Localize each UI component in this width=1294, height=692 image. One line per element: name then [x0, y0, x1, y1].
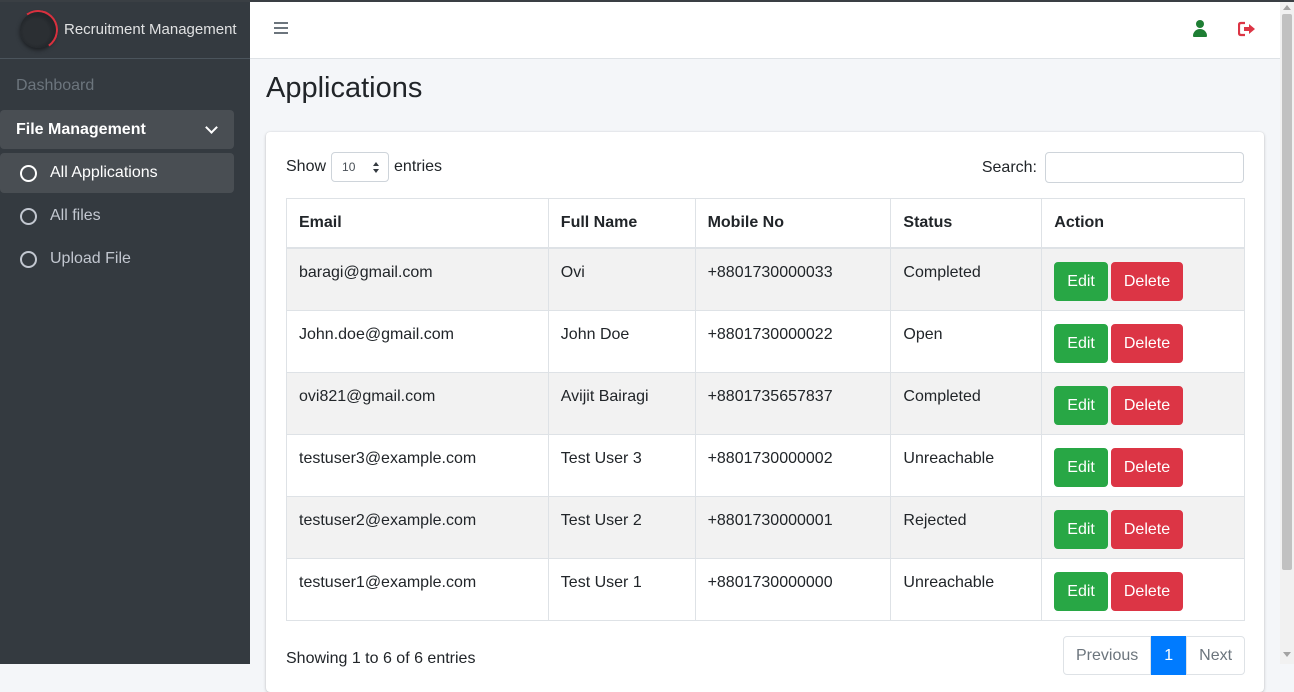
sign-out-icon[interactable] — [1238, 21, 1256, 37]
cell-full-name: Avijit Bairagi — [547, 371, 696, 435]
scroll-down-arrow-icon[interactable] — [1283, 652, 1291, 657]
cell-mobile: +8801730000000 — [694, 557, 892, 621]
column-header-status[interactable]: Status — [890, 198, 1043, 249]
cell-full-name: Test User 1 — [547, 557, 696, 621]
cell-full-name: Test User 3 — [547, 433, 696, 497]
delete-button[interactable]: Delete — [1110, 447, 1184, 487]
cell-email: John.doe@gmail.com — [286, 309, 549, 373]
sidebar-item-all-files[interactable]: All files — [0, 196, 234, 236]
cell-mobile: +8801730000001 — [694, 495, 892, 559]
table-row: testuser1@example.com Test User 1 +88017… — [286, 557, 1245, 621]
column-header-full-name[interactable]: Full Name — [547, 198, 696, 249]
top-navbar — [250, 0, 1280, 59]
page-title: Applications — [266, 72, 423, 104]
cell-action: Edit Delete — [1041, 309, 1245, 373]
sidebar-group-file-management[interactable]: File Management — [0, 110, 234, 149]
table-row: testuser3@example.com Test User 3 +88017… — [286, 433, 1245, 497]
cell-full-name: John Doe — [547, 309, 696, 373]
previous-page-button[interactable]: Previous — [1063, 636, 1152, 675]
scrollbar-thumb[interactable] — [1282, 14, 1292, 570]
circle-icon — [20, 207, 37, 225]
brand-link[interactable]: Recruitment Management — [0, 0, 250, 59]
sidebar-item-dashboard[interactable]: Dashboard — [16, 77, 94, 95]
entries-label: entries — [394, 158, 443, 175]
cell-mobile: +8801735657837 — [694, 371, 892, 435]
table-header-row: Email Full Name Mobile No Status Action — [286, 198, 1245, 249]
edit-button[interactable]: Edit — [1054, 509, 1108, 549]
sidebar: Recruitment Management Dashboard File Ma… — [0, 0, 250, 664]
cell-action: Edit Delete — [1041, 247, 1245, 311]
sidebar-group-label: File Management — [16, 120, 146, 138]
cell-email: testuser1@example.com — [286, 557, 549, 621]
page-length-control: Show 10 entries — [286, 152, 442, 182]
cell-email: testuser3@example.com — [286, 433, 549, 497]
chevron-down-icon — [205, 121, 218, 134]
cell-status: Completed — [890, 371, 1043, 435]
search-input[interactable] — [1045, 152, 1244, 183]
edit-button[interactable]: Edit — [1054, 447, 1108, 487]
cell-action: Edit Delete — [1041, 433, 1245, 497]
edit-button[interactable]: Edit — [1054, 385, 1108, 425]
edit-button[interactable]: Edit — [1054, 262, 1108, 301]
page-length-select[interactable]: 10 — [331, 152, 390, 182]
table-row: testuser2@example.com Test User 2 +88017… — [286, 495, 1245, 559]
table-row: baragi@gmail.com Ovi +8801730000033 Comp… — [286, 247, 1245, 311]
brand-logo — [20, 12, 56, 48]
top-border — [0, 0, 1294, 2]
delete-button[interactable]: Delete — [1110, 509, 1184, 549]
table-info: Showing 1 to 6 of 6 entries — [286, 650, 476, 667]
column-header-email[interactable]: Email — [286, 198, 549, 249]
cell-email: ovi821@gmail.com — [286, 371, 549, 435]
cell-action: Edit Delete — [1041, 557, 1245, 621]
cell-email: testuser2@example.com — [286, 495, 549, 559]
table-row: ovi821@gmail.com Avijit Bairagi +8801735… — [286, 371, 1245, 435]
page-1-button[interactable]: 1 — [1151, 636, 1187, 675]
delete-button[interactable]: Delete — [1110, 571, 1184, 611]
edit-button[interactable]: Edit — [1054, 571, 1108, 611]
column-header-action: Action — [1041, 198, 1245, 249]
brand-name: Recruitment Management — [64, 20, 237, 38]
cell-action: Edit Delete — [1041, 371, 1245, 435]
user-icon[interactable] — [1192, 20, 1208, 38]
scrollbar[interactable] — [1280, 0, 1294, 664]
cell-status: Completed — [890, 247, 1043, 311]
circle-icon — [20, 250, 37, 268]
cell-email: baragi@gmail.com — [286, 247, 549, 311]
cell-status: Unreachable — [890, 557, 1043, 621]
applications-table: Email Full Name Mobile No Status Action … — [286, 198, 1245, 621]
applications-card: Show 10 entries Search: Email Full Name … — [266, 132, 1264, 692]
cell-mobile: +8801730000022 — [694, 309, 892, 373]
sidebar-item-all-applications[interactable]: All Applications — [0, 153, 234, 193]
next-page-button[interactable]: Next — [1186, 636, 1246, 675]
page-length-value: 10 — [342, 160, 356, 174]
cell-status: Unreachable — [890, 433, 1043, 497]
cell-status: Rejected — [890, 495, 1043, 559]
column-header-mobile-no[interactable]: Mobile No — [694, 198, 892, 249]
edit-button[interactable]: Edit — [1054, 323, 1108, 363]
delete-button[interactable]: Delete — [1110, 262, 1184, 301]
sidebar-item-label: All Applications — [50, 164, 158, 181]
select-arrows-icon — [373, 162, 380, 173]
search-control: Search: — [982, 152, 1244, 183]
scroll-up-arrow-icon[interactable] — [1283, 5, 1291, 10]
sidebar-item-label: All files — [50, 207, 101, 224]
delete-button[interactable]: Delete — [1110, 385, 1184, 425]
show-label: Show — [286, 158, 327, 175]
sidebar-item-label: Upload File — [50, 250, 131, 267]
cell-mobile: +8801730000033 — [694, 247, 892, 311]
cell-mobile: +8801730000002 — [694, 433, 892, 497]
cell-full-name: Ovi — [547, 247, 696, 311]
delete-button[interactable]: Delete — [1110, 323, 1184, 363]
hamburger-icon[interactable] — [274, 22, 288, 37]
cell-status: Open — [890, 309, 1043, 373]
sidebar-item-upload-file[interactable]: Upload File — [0, 239, 234, 279]
pagination: Previous 1 Next — [1063, 636, 1246, 675]
table-row: John.doe@gmail.com John Doe +88017300000… — [286, 309, 1245, 373]
cell-full-name: Test User 2 — [547, 495, 696, 559]
circle-icon — [20, 164, 37, 182]
search-label: Search: — [981, 158, 1037, 176]
cell-action: Edit Delete — [1041, 495, 1245, 559]
